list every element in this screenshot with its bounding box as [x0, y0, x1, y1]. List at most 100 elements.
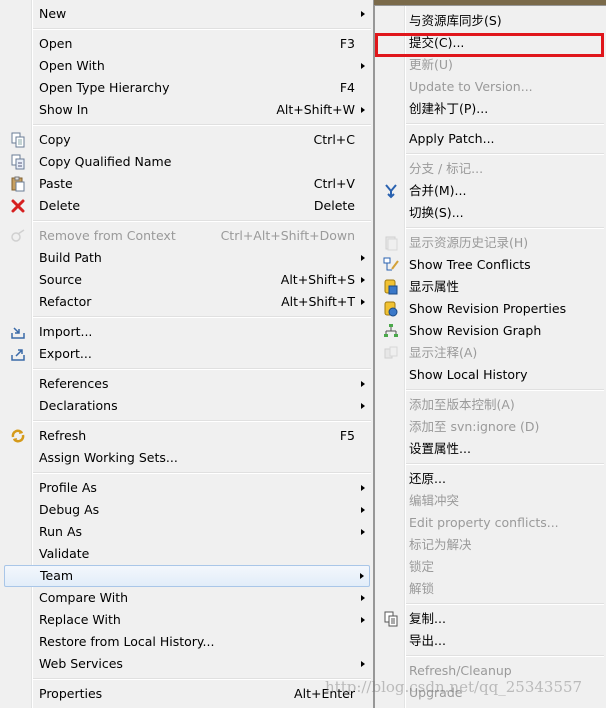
submenu-arrow-icon	[358, 499, 368, 521]
menu-separator	[406, 463, 604, 465]
menu-item-item-24[interactable]: 还原...	[377, 468, 605, 490]
menu-separator	[33, 220, 371, 222]
commit-highlight-box	[375, 33, 604, 57]
menu-item-label: Run As	[39, 524, 83, 539]
menu-item-compare-with[interactable]: Compare With	[4, 587, 370, 609]
menu-item-assign-working-sets[interactable]: Assign Working Sets...	[4, 447, 370, 469]
menu-separator	[33, 678, 371, 680]
menu-item-show-tree-conflicts[interactable]: Show Tree Conflicts	[377, 254, 605, 276]
menu-item-show-local-history[interactable]: Show Local History	[377, 364, 605, 386]
menu-item-item-14[interactable]: 显示属性	[377, 276, 605, 298]
menu-item-refactor[interactable]: Refactor Alt+Shift+T	[4, 291, 370, 313]
menu-separator	[406, 389, 604, 391]
menu-item-s[interactable]: 与资源库同步(S)	[377, 10, 605, 32]
menu-item-build-path[interactable]: Build Path	[4, 247, 370, 269]
paste-icon	[10, 176, 26, 192]
menu-item-item-29: 解锁	[377, 578, 605, 600]
menu-separator	[406, 153, 604, 155]
menu-item-label: 复制...	[409, 611, 446, 626]
menu-item-source[interactable]: Source Alt+Shift+S	[4, 269, 370, 291]
context-menu: New Open F3 Open With Open Type Hierarchy F4 S…	[0, 0, 374, 708]
menu-item-item-31[interactable]: 复制...	[377, 608, 605, 630]
menu-item-label: New	[39, 6, 67, 21]
menu-item-validate[interactable]: Validate	[4, 543, 370, 565]
menu-item-label: 添加至 svn:ignore (D)	[409, 419, 540, 434]
menu-item-export[interactable]: Export...	[4, 343, 370, 365]
menu-item-new[interactable]: New	[4, 3, 370, 25]
menu-item-label: Properties	[39, 686, 103, 701]
menu-item-label: Restore from Local History...	[39, 634, 215, 649]
menu-item-replace-with[interactable]: Replace With	[4, 609, 370, 631]
menu-item-label: Team	[40, 568, 74, 583]
menu-item-open[interactable]: Open F3	[4, 33, 370, 55]
menu-item-show-revision-graph[interactable]: Show Revision Graph	[377, 320, 605, 342]
menu-item-edit-property-conflicts: Edit property conflicts...	[377, 512, 605, 534]
menu-item-open-type-hierarchy[interactable]: Open Type Hierarchy F4	[4, 77, 370, 99]
menu-item-label: 分支 / 标记...	[409, 161, 484, 176]
menu-item-label: Copy Qualified Name	[39, 154, 172, 169]
menu-item-show-revision-properties[interactable]: Show Revision Properties	[377, 298, 605, 320]
submenu-arrow-icon	[358, 247, 368, 269]
merge-icon	[383, 183, 399, 199]
menu-item-label: 更新(U)	[409, 57, 453, 72]
menu-item-open-with[interactable]: Open With	[4, 55, 370, 77]
menu-item-profile-as[interactable]: Profile As	[4, 477, 370, 499]
shortcut-label: Ctrl+V	[313, 176, 355, 191]
menu-item-show-in[interactable]: Show In Alt+Shift+W	[4, 99, 370, 121]
copy-icon	[10, 132, 26, 148]
menu-item-declarations[interactable]: Declarations	[4, 395, 370, 417]
submenu-arrow-icon	[358, 609, 368, 631]
menu-item-item-32[interactable]: 导出...	[377, 630, 605, 652]
menu-separator	[33, 472, 371, 474]
submenu-arrow-icon	[358, 3, 368, 25]
menu-item-label: Show Tree Conflicts	[409, 257, 531, 272]
submenu-arrow-icon	[358, 269, 368, 291]
menu-item-copy[interactable]: Copy Ctrl+C	[4, 129, 370, 151]
menu-item-label: Validate	[39, 546, 90, 561]
menu-item-properties[interactable]: Properties Alt+Enter	[4, 683, 370, 705]
menu-item-refresh[interactable]: Refresh F5	[4, 425, 370, 447]
shortcut-label: Ctrl+C	[313, 132, 355, 147]
menu-item-label: 切换(S)...	[409, 205, 464, 220]
menu-item-label: 显示资源历史记录(H)	[409, 235, 529, 250]
menu-item-label: Refresh	[39, 428, 87, 443]
menu-item-label: 添加至版本控制(A)	[409, 397, 515, 412]
menu-item-label: Remove from Context	[39, 228, 176, 243]
menu-item-update-to-version: Update to Version...	[377, 76, 605, 98]
menu-item-references[interactable]: References	[4, 373, 370, 395]
menu-separator	[406, 655, 604, 657]
menu-item-debug-as[interactable]: Debug As	[4, 499, 370, 521]
menu-item-label: Build Path	[39, 250, 102, 265]
menu-item-copy-qualified-name[interactable]: Copy Qualified Name	[4, 151, 370, 173]
menu-item-label: 还原...	[409, 471, 446, 486]
menu-item-label: Show Revision Properties	[409, 301, 567, 316]
menu-item-delete[interactable]: Delete Delete	[4, 195, 370, 217]
menu-item-run-as[interactable]: Run As	[4, 521, 370, 543]
menu-item-label: References	[39, 376, 109, 391]
menu-item-team[interactable]: Team	[4, 565, 370, 587]
menu-item-label: 锁定	[409, 559, 435, 574]
menu-item-u: 更新(U)	[377, 54, 605, 76]
menu-item-restore-from-local-history[interactable]: Restore from Local History...	[4, 631, 370, 653]
menu-item-label: Paste	[39, 176, 73, 191]
menu-item-label: Update to Version...	[409, 79, 533, 94]
menu-item-label: 编辑冲突	[409, 493, 460, 508]
menu-item-label: Copy	[39, 132, 71, 147]
shortcut-label: F4	[339, 80, 355, 95]
submenu-arrow-icon	[358, 99, 368, 121]
menu-item-item-22[interactable]: 设置属性...	[377, 438, 605, 460]
refresh-icon	[10, 428, 26, 444]
menu-item-import[interactable]: Import...	[4, 321, 370, 343]
menu-item-item-25: 编辑冲突	[377, 490, 605, 512]
menu-item-paste[interactable]: Paste Ctrl+V	[4, 173, 370, 195]
menu-item-s[interactable]: 切换(S)...	[377, 202, 605, 224]
menu-item-p[interactable]: 创建补丁(P)...	[377, 98, 605, 120]
menu-item-apply-patch[interactable]: Apply Patch...	[377, 128, 605, 150]
menu-item-m[interactable]: 合并(M)...	[377, 180, 605, 202]
submenu-arrow-icon	[358, 55, 368, 77]
menu-separator	[33, 28, 371, 30]
history-icon	[383, 235, 399, 251]
menu-item-label: Export...	[39, 346, 92, 361]
menu-item-web-services[interactable]: Web Services	[4, 653, 370, 675]
import-icon	[10, 324, 26, 340]
